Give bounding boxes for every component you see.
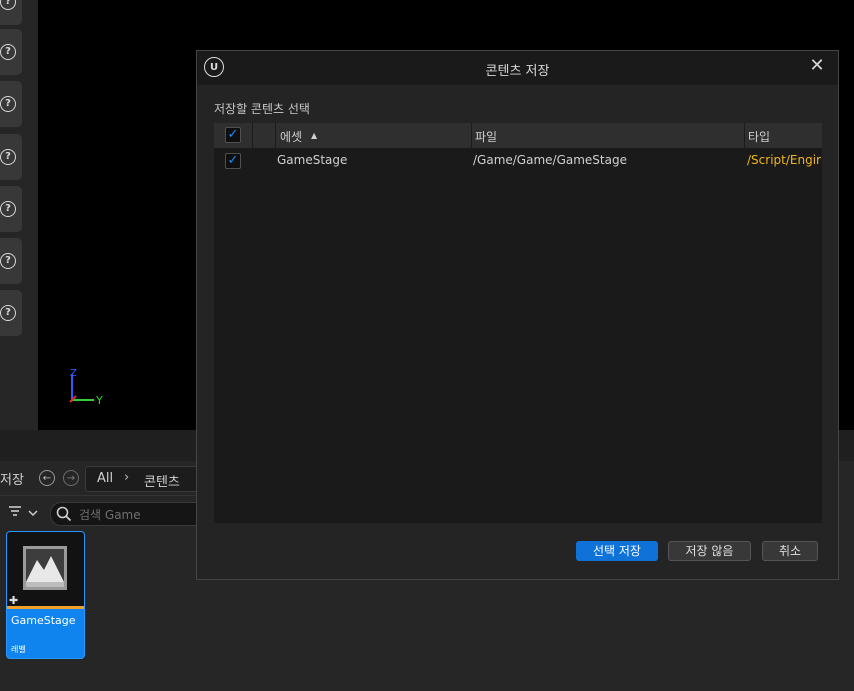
breadcrumb: All › 콘텐츠: [85, 466, 207, 492]
gizmo-z-label: Z: [70, 368, 77, 379]
forward-icon[interactable]: →: [63, 470, 79, 486]
level-icon: [23, 546, 67, 590]
dialog-title-bar[interactable]: 콘텐츠 저장 U ✕: [197, 51, 838, 85]
help-icon: ?: [0, 44, 16, 60]
dialog-title: 콘텐츠 저장: [485, 64, 550, 79]
chevron-right-icon[interactable]: ›: [124, 470, 129, 485]
select-all-checkbox[interactable]: ✓: [225, 127, 241, 143]
row-type: /Script/Engir: [747, 153, 821, 167]
help-button[interactable]: ?: [0, 29, 22, 75]
help-icon: ?: [0, 305, 16, 321]
chevron-down-icon: [28, 510, 38, 517]
divider: [0, 495, 210, 496]
cancel-button[interactable]: 취소: [762, 541, 818, 561]
filter-icon: [9, 506, 21, 516]
table-row[interactable]: ✓ GameStage /Game/Game/GameStage /Script…: [214, 148, 822, 172]
row-checkbox[interactable]: ✓: [225, 153, 241, 169]
asset-thumbnail: [7, 532, 84, 606]
search-input[interactable]: 검색 Game: [50, 502, 212, 526]
close-icon[interactable]: ✕: [807, 55, 827, 76]
sort-ascending-icon: ▲: [311, 131, 318, 140]
help-button[interactable]: ?: [0, 238, 22, 284]
asset-type-color-bar: [7, 606, 84, 609]
left-toolbar: ? ? ? ? ? ? ?: [0, 0, 38, 430]
save-selected-button[interactable]: 선택 저장: [576, 541, 658, 561]
section-label: 저장할 콘텐츠 선택: [214, 102, 310, 116]
save-content-dialog: 콘텐츠 저장 U ✕ 저장할 콘텐츠 선택 ✓ 에셋 ▲ 파일 타입 ✓ Gam…: [196, 50, 839, 580]
unreal-logo-icon: U: [204, 57, 224, 77]
row-file: /Game/Game/GameStage: [473, 153, 627, 167]
content-browser-title: 저장: [0, 473, 24, 488]
column-header-asset[interactable]: 에셋: [280, 128, 302, 145]
column-header-type[interactable]: 타입: [748, 128, 770, 145]
content-list: ✓ 에셋 ▲ 파일 타입 ✓ GameStage /Game/Game/Game…: [214, 123, 822, 523]
help-icon: ?: [0, 253, 16, 269]
search-placeholder: 검색 Game: [79, 508, 141, 522]
row-asset: GameStage: [277, 153, 348, 167]
asset-tile[interactable]: ✚ GameStage 레벨: [6, 531, 85, 659]
dont-save-button[interactable]: 저장 않음: [668, 541, 751, 561]
column-header-file[interactable]: 파일: [475, 128, 497, 145]
help-button[interactable]: ?: [0, 134, 22, 180]
breadcrumb-all[interactable]: All: [97, 471, 113, 486]
gizmo-y-label: Y: [95, 394, 103, 407]
search-icon: [56, 506, 72, 522]
help-button[interactable]: ?: [0, 81, 22, 127]
back-icon[interactable]: ←: [39, 470, 55, 486]
help-icon: ?: [0, 0, 16, 10]
asset-name: GameStage: [11, 614, 76, 627]
asset-type: 레벨: [11, 645, 26, 654]
axis-gizmo: Z Y: [69, 368, 103, 407]
filter-button[interactable]: [8, 505, 48, 523]
help-icon: ?: [0, 201, 16, 217]
help-button[interactable]: ?: [0, 0, 22, 25]
help-icon: ?: [0, 96, 16, 112]
help-icon: ?: [0, 149, 16, 165]
help-button[interactable]: ?: [0, 290, 22, 336]
help-button[interactable]: ?: [0, 186, 22, 232]
breadcrumb-content[interactable]: 콘텐츠: [144, 471, 180, 490]
list-header: ✓ 에셋 ▲ 파일 타입: [214, 123, 822, 148]
